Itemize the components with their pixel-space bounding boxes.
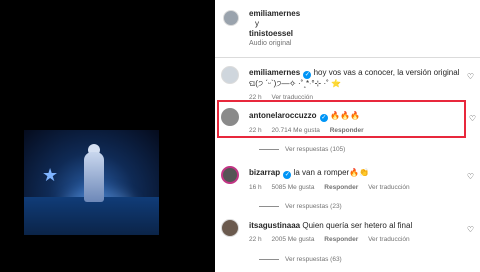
view-replies[interactable]: Ver respuestas (63) bbox=[259, 256, 342, 263]
comment-meta: 22 h 2005 Me gusta Responder Ver traducc… bbox=[249, 235, 466, 245]
verified-badge-icon: ✓ bbox=[319, 114, 328, 122]
comment-text: la van a romper🔥👏 bbox=[293, 168, 370, 177]
performer-figure bbox=[84, 152, 104, 202]
comment-likes[interactable]: 2005 Me gusta bbox=[271, 236, 314, 243]
header-avatar[interactable] bbox=[223, 10, 239, 26]
comment-antonelaroccuzzo: antonelaroccuzzo ✓ 🔥🔥🔥 22 h 20.714 Me gu… bbox=[215, 108, 480, 138]
comment-likes[interactable]: 5085 Me gusta bbox=[271, 184, 314, 191]
heart-icon[interactable]: ♡ bbox=[467, 225, 474, 234]
replies-line bbox=[259, 205, 279, 207]
translate-link[interactable]: Ver traducción bbox=[368, 184, 410, 191]
comment-time: 22 h bbox=[249, 127, 262, 134]
view-replies-label[interactable]: Ver respuestas (23) bbox=[285, 203, 342, 210]
heart-icon[interactable]: ♡ bbox=[467, 172, 474, 181]
reply-button[interactable]: Responder bbox=[324, 184, 358, 191]
comment-body: bizarrap ✓ la van a romper🔥👏 16 h 5085 M… bbox=[249, 168, 466, 193]
header-user-2[interactable]: tinistoessel bbox=[249, 29, 300, 39]
comment-username[interactable]: emiliamernes bbox=[249, 68, 300, 77]
comment-meta: 22 h 20.714 Me gusta Responder bbox=[249, 126, 466, 136]
comment-time: 22 h bbox=[249, 236, 262, 243]
comments-panel: emiliamernes y tinistoessel Audio origin… bbox=[215, 0, 480, 272]
post-header: emiliamernes y tinistoessel Audio origin… bbox=[215, 0, 480, 58]
comment-text: 🔥🔥🔥 bbox=[330, 111, 360, 120]
comment-time: 16 h bbox=[249, 184, 262, 191]
view-replies-label[interactable]: Ver respuestas (105) bbox=[285, 146, 345, 153]
comment-username[interactable]: itsagustinaaa bbox=[249, 221, 300, 230]
media-panel: ★ bbox=[0, 0, 215, 272]
comment-emiliamernes: emiliamernes ✓ hoy vos vas a conocer, la… bbox=[215, 66, 480, 103]
replies-line bbox=[259, 258, 279, 260]
translate-link[interactable]: Ver traducción bbox=[368, 236, 410, 243]
verified-badge-icon: ✓ bbox=[283, 171, 292, 179]
heart-icon[interactable]: ♡ bbox=[469, 114, 476, 123]
replies-line bbox=[259, 148, 279, 150]
star-icon: ★ bbox=[42, 165, 59, 185]
post-video[interactable]: ★ bbox=[24, 130, 159, 235]
comment-body: emiliamernes ✓ hoy vos vas a conocer, la… bbox=[249, 68, 466, 103]
avatar[interactable] bbox=[221, 219, 239, 237]
reply-button[interactable]: Responder bbox=[330, 127, 364, 134]
avatar[interactable] bbox=[221, 166, 239, 184]
view-replies-label[interactable]: Ver respuestas (63) bbox=[285, 256, 342, 263]
reply-button[interactable]: Responder bbox=[324, 236, 358, 243]
avatar[interactable] bbox=[221, 66, 239, 84]
stage-floor bbox=[24, 197, 159, 235]
verified-badge-icon: ✓ bbox=[303, 71, 312, 79]
header-user-1[interactable]: emiliamernes bbox=[249, 9, 300, 19]
heart-icon[interactable]: ♡ bbox=[467, 72, 474, 81]
comment-body: antonelaroccuzzo ✓ 🔥🔥🔥 22 h 20.714 Me gu… bbox=[249, 111, 466, 136]
header-text: emiliamernes y tinistoessel Audio origin… bbox=[249, 9, 300, 49]
comment-text: Quien quería ser hetero al final bbox=[302, 221, 413, 230]
avatar[interactable] bbox=[221, 108, 239, 126]
comment-bizarrap: bizarrap ✓ la van a romper🔥👏 16 h 5085 M… bbox=[215, 166, 480, 196]
comment-body: itsagustinaaa Quien quería ser hetero al… bbox=[249, 221, 466, 245]
header-conjunction: y bbox=[255, 19, 259, 28]
comment-text-2: ଘ(੭ ˊᵕˋ)੭—✧ ·˚˳*‧°⊹ ·˚ ⭐ bbox=[249, 79, 341, 88]
comment-meta: 16 h 5085 Me gusta Responder Ver traducc… bbox=[249, 183, 466, 193]
comment-username[interactable]: antonelaroccuzzo bbox=[249, 111, 317, 120]
view-replies[interactable]: Ver respuestas (105) bbox=[259, 146, 345, 153]
comment-text: hoy vos vas a conocer, la versión origin… bbox=[313, 68, 460, 77]
comment-username[interactable]: bizarrap bbox=[249, 168, 280, 177]
audio-label[interactable]: Audio original bbox=[249, 39, 300, 49]
comment-itsagustinaaa: itsagustinaaa Quien quería ser hetero al… bbox=[215, 219, 480, 249]
comment-likes[interactable]: 20.714 Me gusta bbox=[271, 127, 319, 134]
view-replies[interactable]: Ver respuestas (23) bbox=[259, 203, 342, 210]
